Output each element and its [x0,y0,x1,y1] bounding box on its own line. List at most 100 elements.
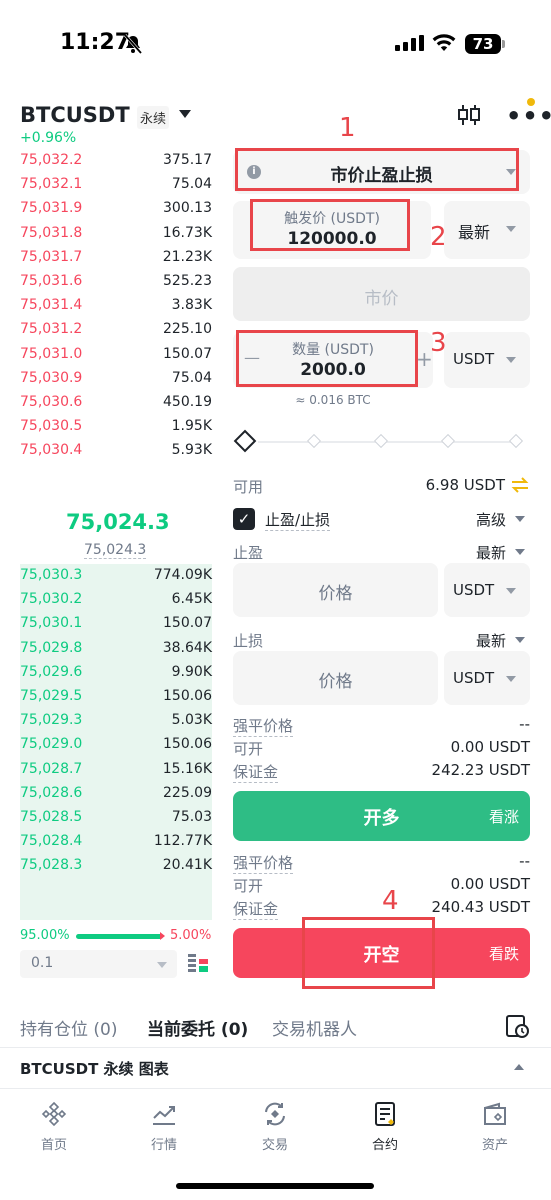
slider-step-25[interactable] [306,433,322,449]
bid-price: 75,030.3 [20,567,83,583]
order-history-icon[interactable] [505,1014,529,1038]
orderbook-layout-icon[interactable] [186,952,210,976]
ask-row[interactable]: 75,031.0 150.07 [20,344,212,368]
long-margin-label[interactable]: 保证金 [233,761,279,783]
ask-row[interactable]: 75,031.2 225.10 [20,319,212,343]
short-margin-label[interactable]: 保证金 [233,898,279,920]
bid-row[interactable]: 75,030.3 774.09K [20,565,212,589]
ask-row[interactable]: 75,031.7 21.23K [20,247,212,271]
chart-expand-bar[interactable]: BTCUSDT 永续 图表 [0,1048,551,1088]
long-margin-value: 242.23 USDT [431,761,530,779]
wallet-icon [484,1102,506,1125]
tab-open-orders[interactable]: 当前委托 (0) [147,1015,248,1040]
chart-bar-label: BTCUSDT 永续 图表 [20,1060,169,1078]
symbol-dropdown-icon[interactable] [179,110,191,118]
bullish-label: 看涨 [488,808,519,826]
ask-row[interactable]: 75,031.4 3.83K [20,295,212,319]
amount-slider-track[interactable] [258,441,520,443]
ask-row[interactable]: 75,031.8 16.73K [20,223,212,247]
symbol-title[interactable]: BTCUSDT [20,103,130,127]
ask-quantity: 5.93K [171,442,212,459]
slider-step-100[interactable] [508,433,524,449]
nav-markets-label: 行情 [150,1138,177,1153]
bid-row[interactable]: 75,028.5 75.03 [20,807,212,831]
nav-markets[interactable]: 行情 [124,1100,204,1153]
bid-row[interactable]: 75,028.7 15.16K [20,759,212,783]
nav-wallet-label: 资产 [481,1138,508,1153]
bid-row[interactable]: 75,029.8 38.64K [20,638,212,662]
ask-price: 75,031.0 [20,345,83,362]
long-liq-label[interactable]: 强平价格 [233,715,294,737]
bid-row[interactable]: 75,029.5 150.06 [20,686,212,710]
tp-source-select[interactable]: 最新 [476,542,506,563]
bid-row[interactable]: 75,028.3 20.41K [20,855,212,879]
bid-row[interactable]: 75,028.6 225.09 [20,783,212,807]
ask-quantity: 225.10 [163,321,212,338]
precision-select[interactable]: 0.1 [20,950,177,978]
bid-row[interactable]: 75,030.1 150.07 [20,613,212,637]
quantity-unit-select[interactable]: USDT [444,332,530,388]
bid-quantity: 75.03 [171,809,212,825]
ask-row[interactable]: 75,032.2 375.17 [20,150,212,174]
slider-step-50[interactable] [373,433,389,449]
buy-sell-ratio-bar [76,932,165,940]
stop-loss-input[interactable]: 价格 [233,651,438,705]
tpsl-label[interactable]: 止盈/止损 [265,509,331,531]
nav-home[interactable]: 首页 [14,1100,94,1153]
last-price[interactable]: 75,024.3 [66,510,170,534]
ask-row[interactable]: 75,030.6 450.19 [20,392,212,416]
bid-quantity: 150.07 [163,615,212,632]
candlestick-chart-icon[interactable] [457,104,481,126]
ask-price: 75,030.5 [20,418,83,435]
trade-icon [265,1102,285,1126]
slider-step-75[interactable] [440,433,456,449]
bid-row[interactable]: 75,029.6 9.90K [20,662,212,686]
advanced-select[interactable]: 高级 [476,509,506,530]
bid-row[interactable]: 75,029.0 150.06 [20,734,212,758]
bid-row[interactable]: 75,029.3 5.03K [20,710,212,734]
notification-dot [527,98,535,106]
tpsl-checkbox[interactable]: ✓ [233,508,255,530]
take-profit-input[interactable]: 价格 [233,563,438,617]
sl-unit-select[interactable]: USDT [444,651,530,705]
tp-unit-select[interactable]: USDT [444,563,530,617]
bid-row[interactable]: 75,028.4 112.77K [20,831,212,855]
chevron-down-icon [506,676,516,682]
ask-price: 75,032.1 [20,176,83,193]
chevron-down-icon[interactable] [515,516,525,522]
sl-source-select[interactable]: 最新 [476,630,506,651]
chevron-up-icon[interactable] [514,1064,524,1070]
nav-wallet[interactable]: 资产 [455,1100,535,1153]
long-open-value: 0.00 USDT [450,738,530,756]
ask-price: 75,030.4 [20,442,83,459]
ask-row[interactable]: 75,031.9 300.13 [20,198,212,222]
quantity-unit: USDT [453,350,495,368]
ask-row[interactable]: 75,030.5 1.95K [20,416,212,440]
nav-trade[interactable]: 交易 [235,1100,315,1153]
trigger-source-select[interactable]: 最新 [444,201,530,259]
more-options-icon[interactable]: ••• [506,104,551,128]
open-long-button[interactable]: 开多 看涨 [233,791,530,841]
bid-price: 75,029.0 [20,736,83,753]
futures-icon [375,1102,395,1126]
ask-row[interactable]: 75,031.6 525.23 [20,271,212,295]
precision-value: 0.1 [31,955,54,971]
transfer-icon[interactable] [510,476,530,494]
tab-trading-bots[interactable]: 交易机器人 [272,1015,357,1040]
take-profit-label: 止盈 [233,544,264,562]
tab-positions[interactable]: 持有仓位 (0) [20,1015,117,1040]
available-label: 可用 [233,478,264,496]
chevron-down-icon[interactable] [515,549,525,555]
ask-row[interactable]: 75,030.9 75.04 [20,368,212,392]
ask-quantity: 300.13 [163,200,212,217]
mark-price[interactable]: 75,024.3 [84,542,147,559]
chevron-down-icon[interactable] [515,637,525,643]
short-liq-label[interactable]: 强平价格 [233,852,294,874]
bid-quantity: 150.06 [163,736,212,753]
bid-row[interactable]: 75,030.2 6.45K [20,589,212,613]
nav-futures[interactable]: 合约 [345,1100,425,1153]
ask-row[interactable]: 75,032.1 75.04 [20,174,212,198]
ask-row[interactable]: 75,030.4 5.93K [20,440,212,464]
short-margin-value: 240.43 USDT [431,898,530,916]
slider-handle[interactable] [233,429,257,453]
